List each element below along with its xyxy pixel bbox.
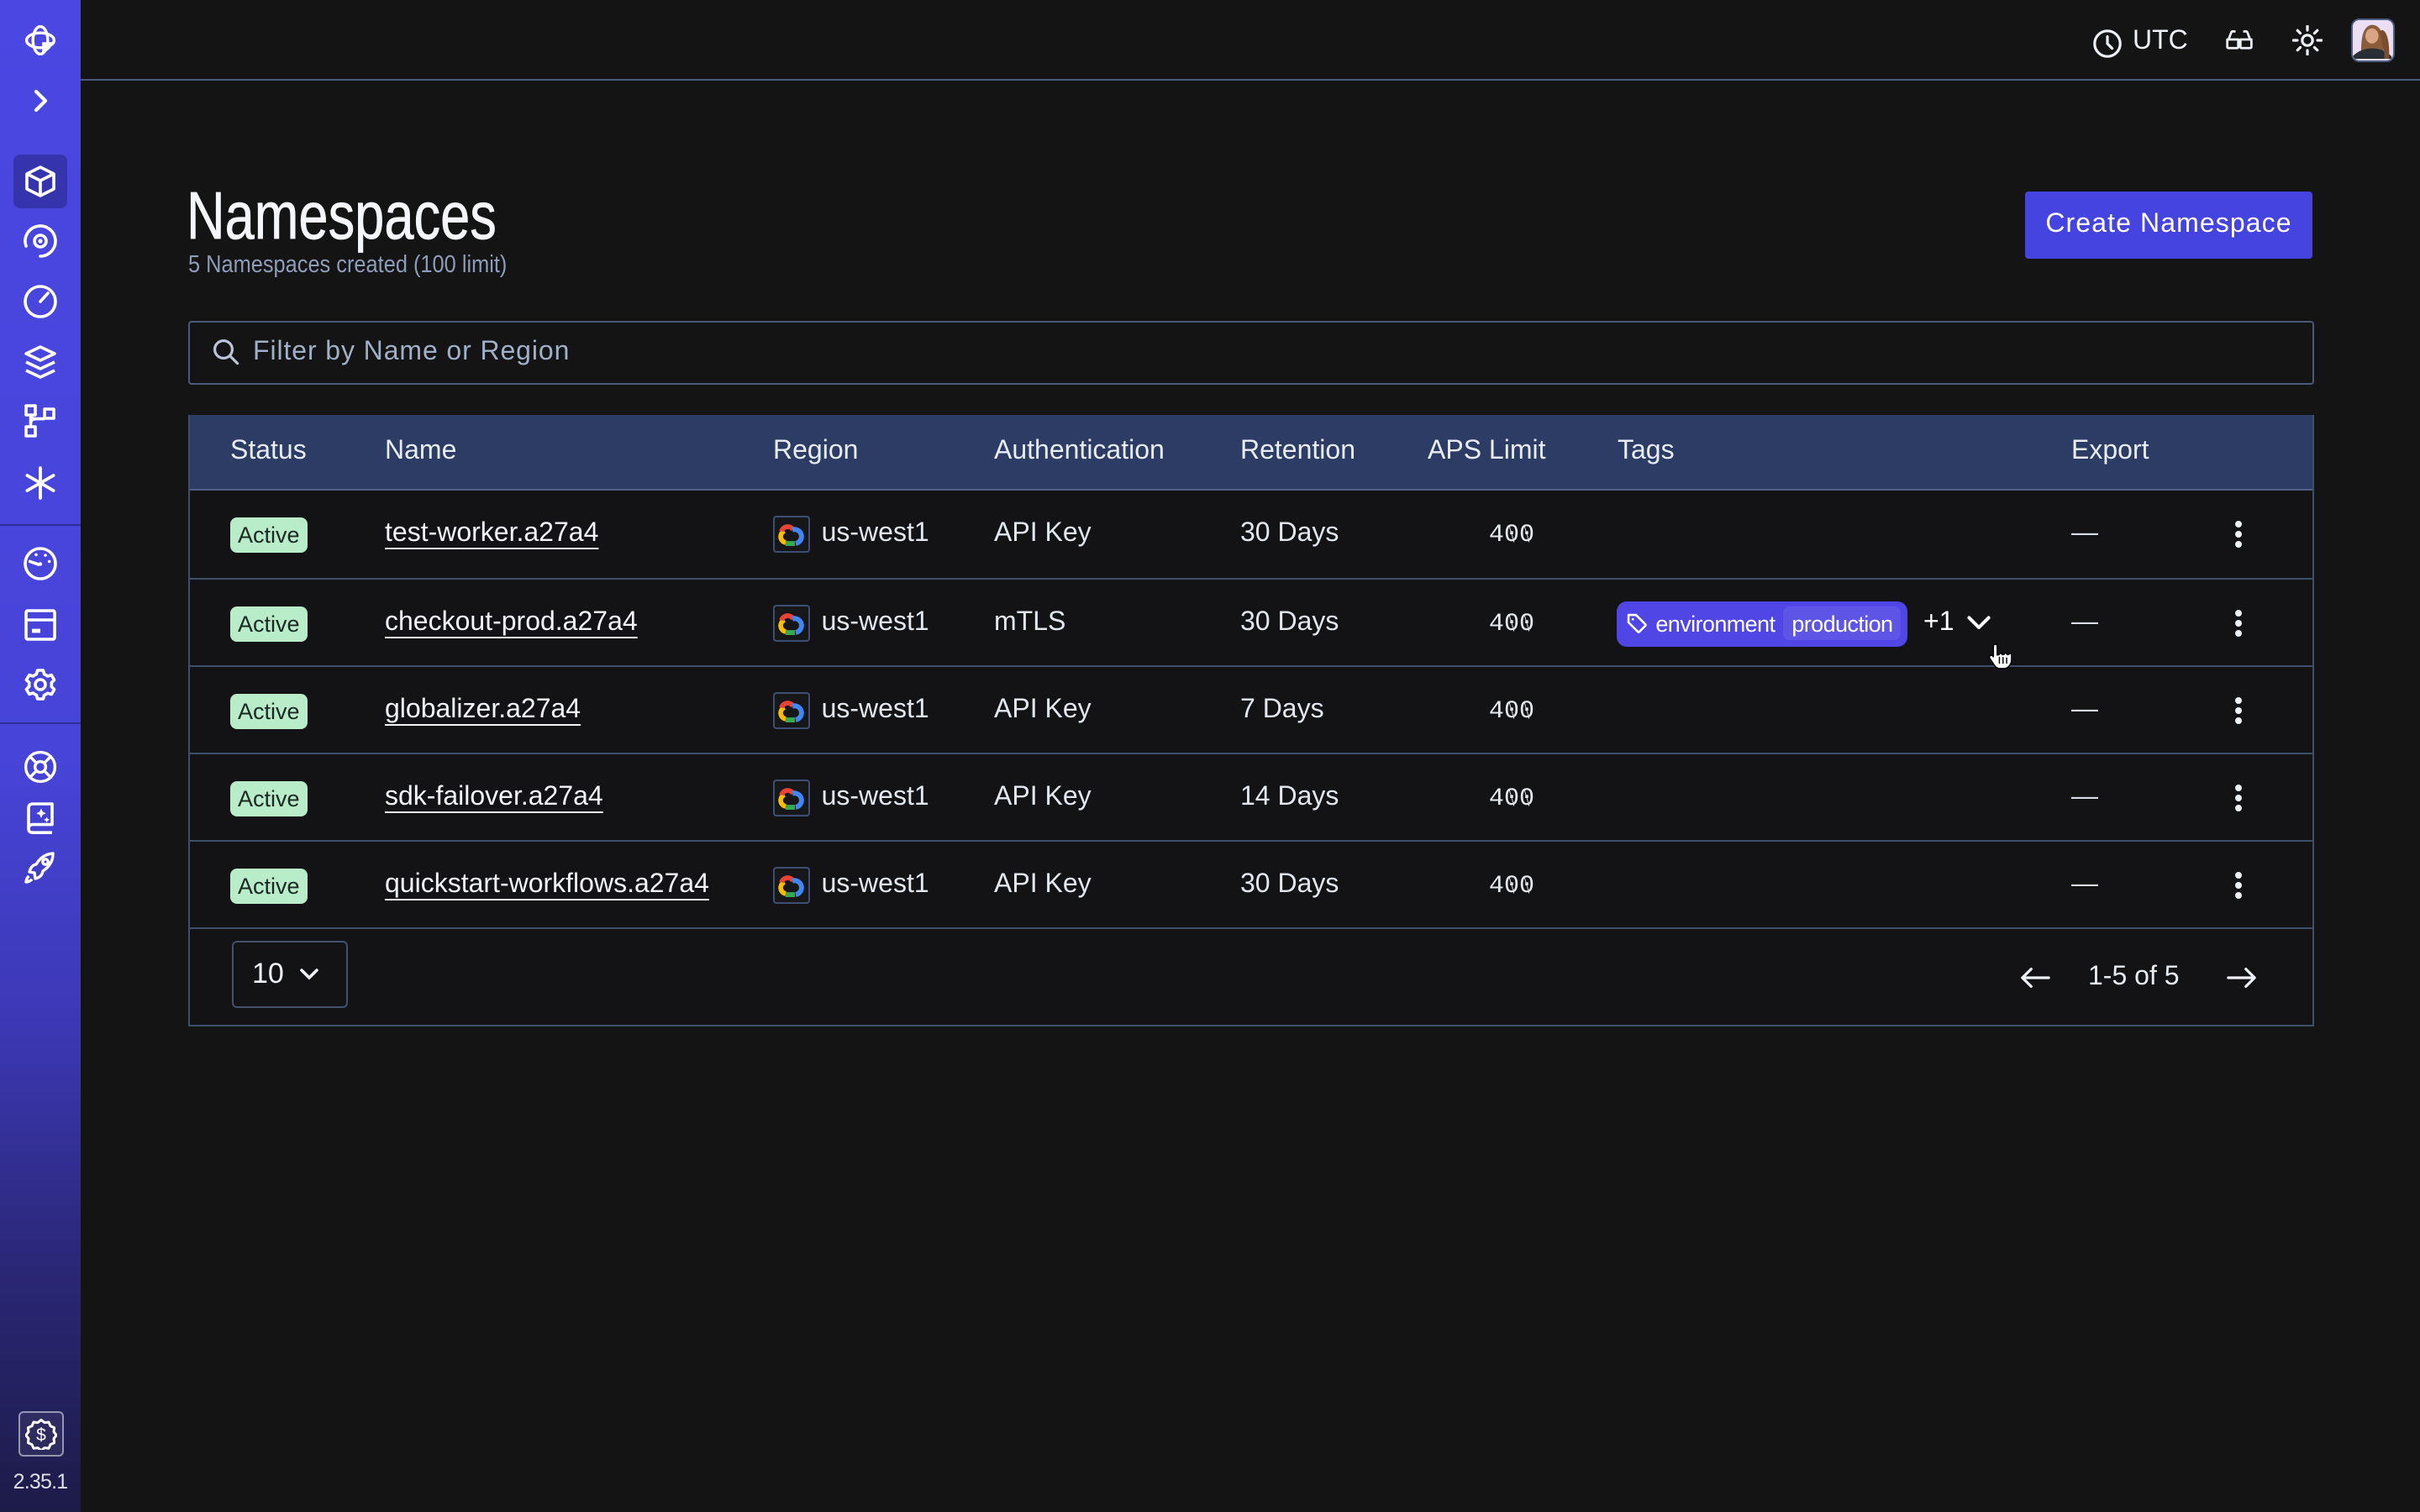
svg-text:$: $ xyxy=(35,1425,45,1445)
